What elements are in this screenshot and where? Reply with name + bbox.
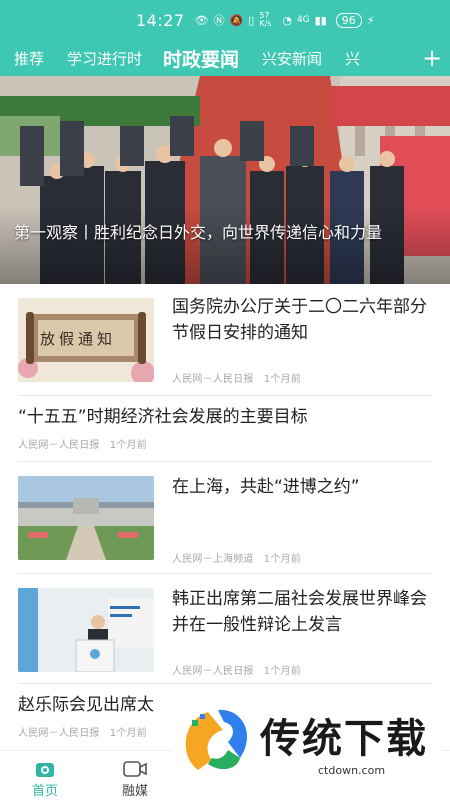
eye-icon: 👁 bbox=[194, 13, 209, 27]
watermark-text: 传统下载 bbox=[260, 716, 428, 762]
news-meta: 人民网－人民日报 1个月前 bbox=[172, 666, 301, 677]
tab-more-partial[interactable]: 兴 bbox=[331, 48, 369, 69]
signal-icon: ▮▮ bbox=[314, 13, 327, 27]
hero-photo bbox=[0, 76, 450, 284]
nav-media-label: 融媒 bbox=[121, 784, 148, 799]
watermark-logo-icon bbox=[185, 709, 248, 770]
tab-politics-news[interactable]: 时政要闻 bbox=[151, 45, 248, 72]
list-item[interactable]: “十五五”时期经济社会发展的主要目标 人民网－人民日报 1个月前 bbox=[18, 396, 432, 462]
home-icon bbox=[36, 763, 54, 777]
status-icons: 👁 Ⓝ 🔕 ▯ 57 K/s ◔ 4G ▮▮ 96 ⚡ bbox=[195, 12, 375, 28]
nfc-icon: Ⓝ bbox=[213, 14, 225, 27]
hero-banner[interactable]: 第一观察丨胜利纪念日外交，向世界传递信心和力量 bbox=[0, 76, 450, 284]
news-thumbnail bbox=[18, 476, 154, 560]
news-title: 国务院办公厅关于二〇二六年部分节假日安排的通知 bbox=[172, 297, 427, 343]
list-item[interactable]: 放假通知 国务院办公厅关于二〇二六年部分节假日安排的通知 人民网－人民日报 1个… bbox=[18, 284, 432, 396]
news-thumbnail: 放假通知 bbox=[18, 298, 154, 382]
thumb-text: 放假通知 bbox=[40, 330, 117, 348]
news-title: “十五五”时期经济社会发展的主要目标 bbox=[18, 407, 308, 427]
news-meta: 人民网－人民日报 1个月前 bbox=[18, 728, 147, 739]
video-icon bbox=[123, 761, 147, 777]
nav-home[interactable]: 首页 bbox=[15, 751, 75, 800]
charging-icon: ⚡ bbox=[366, 13, 375, 27]
tab-learning[interactable]: 学习进行时 bbox=[53, 48, 151, 69]
nav-home-label: 首页 bbox=[31, 784, 58, 799]
nav-media[interactable]: 融媒 bbox=[105, 751, 165, 800]
battery-level: 96 bbox=[335, 12, 362, 28]
plus-icon: + bbox=[421, 44, 443, 72]
news-meta: 人民网－上海频道 1个月前 bbox=[172, 554, 301, 565]
watermark-logo: 传统下载 ctdown.com bbox=[172, 698, 442, 782]
news-meta: 人民网－人民日报 1个月前 bbox=[18, 440, 147, 451]
add-channel-button[interactable]: + bbox=[414, 40, 450, 76]
tab-xingan-news[interactable]: 兴安新闻 bbox=[248, 48, 331, 69]
status-bar: 14:27 👁 Ⓝ 🔕 ▯ 57 K/s ◔ 4G ▮▮ 96 ⚡ bbox=[0, 0, 450, 40]
news-title: 韩正出席第二届社会发展世界峰会并在一般性辩论上发言 bbox=[172, 589, 427, 635]
list-item[interactable]: 在上海，共赴“进博之约” 人民网－上海频道 1个月前 bbox=[18, 462, 432, 574]
watermark-url: ctdown.com bbox=[318, 764, 386, 777]
channel-tab-bar: 推荐 学习进行时 时政要闻 兴安新闻 兴 + bbox=[0, 40, 450, 76]
list-item[interactable]: 韩正出席第二届社会发展世界峰会并在一般性辩论上发言 人民网－人民日报 1个月前 bbox=[18, 574, 432, 684]
news-title: 在上海，共赴“进博之约” bbox=[172, 477, 360, 497]
tab-recommend[interactable]: 推荐 bbox=[0, 48, 53, 69]
vibrate-icon: ▯ bbox=[248, 13, 255, 27]
news-thumbnail bbox=[18, 588, 154, 672]
status-time: 14:27 bbox=[136, 10, 185, 30]
hero-caption: 第一观察丨胜利纪念日外交，向世界传递信心和力量 bbox=[14, 223, 383, 242]
signal-label: 4G bbox=[296, 15, 310, 25]
network-speed: 57 K/s bbox=[259, 11, 272, 28]
wifi-icon: ◔ bbox=[282, 13, 292, 27]
news-meta: 人民网－人民日报 1个月前 bbox=[172, 374, 301, 385]
mute-icon: 🔕 bbox=[229, 13, 244, 27]
